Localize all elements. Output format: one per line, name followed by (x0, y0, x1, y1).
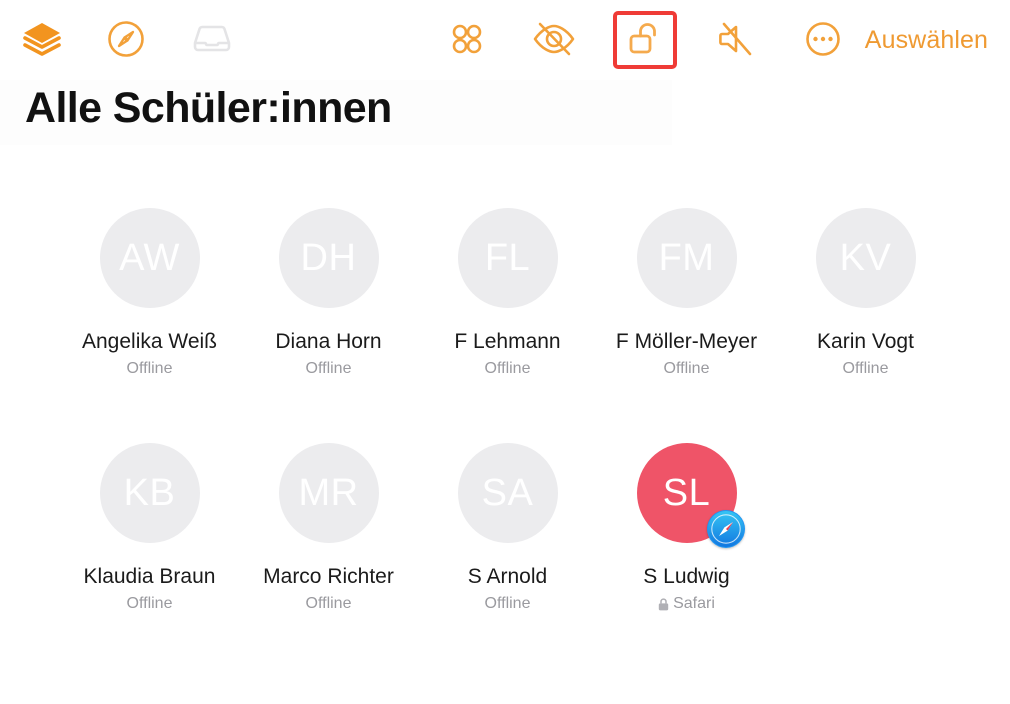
student-status-label: Safari (673, 595, 715, 613)
avatar-wrap: AW (99, 208, 200, 308)
student-status: Safari (658, 595, 715, 613)
student-grid: AW Angelika Weiß Offline DH Diana Horn Offl… (0, 160, 1010, 630)
grid-apps-icon (449, 21, 485, 60)
avatar-wrap: MR (278, 443, 379, 543)
avatar-wrap: FL (457, 208, 558, 308)
student-name: F Möller-Meyer (615, 330, 758, 353)
student-cell[interactable]: KB Klaudia Braun Offline (60, 395, 239, 630)
student-status-label: Offline (663, 360, 710, 378)
student-status: Offline (127, 360, 173, 378)
student-name: F Lehmann (454, 330, 561, 353)
inbox-button[interactable] (184, 12, 240, 68)
eye-slash-icon (530, 20, 578, 61)
avatar-wrap: SL (636, 443, 745, 548)
student-status: Offline (843, 360, 889, 378)
student-cell[interactable]: MR Marco Richter Offline (239, 395, 418, 630)
select-button[interactable]: Auswählen (851, 26, 992, 55)
avatar: SA (457, 443, 558, 543)
more-options-button[interactable] (795, 12, 851, 68)
avatar: DH (278, 208, 379, 308)
layers-button[interactable] (14, 12, 70, 68)
avatar: AW (99, 208, 200, 308)
avatar: KB (99, 443, 200, 543)
compass-icon (106, 19, 146, 62)
student-name: Diana Horn (275, 330, 382, 353)
student-name: S Ludwig (643, 565, 730, 588)
student-cell[interactable]: SA S Arnold Offline (418, 395, 597, 630)
student-status: Offline (306, 595, 352, 613)
safari-badge-icon (706, 510, 745, 548)
student-cell[interactable]: FL F Lehmann Offline (418, 160, 597, 395)
student-cell[interactable]: DH Diana Horn Offline (239, 160, 418, 395)
avatar: KV (815, 208, 916, 308)
page-title: Alle Schüler:innen (25, 84, 392, 132)
student-name: Klaudia Braun (83, 565, 216, 588)
compass-button[interactable] (98, 12, 154, 68)
student-cell[interactable]: KV Karin Vogt Offline (776, 160, 955, 395)
avatar: MR (278, 443, 379, 543)
student-name: Marco Richter (263, 565, 394, 588)
student-status-label: Offline (305, 360, 352, 378)
student-status-label: Offline (842, 360, 889, 378)
toolbar: Auswählen (0, 0, 1010, 80)
student-status-label: Offline (126, 595, 173, 613)
student-name: S Arnold (467, 565, 548, 588)
layers-icon (21, 21, 63, 60)
student-cell[interactable]: AW Angelika Weiß Offline (60, 160, 239, 395)
lock-icon (658, 598, 669, 611)
toolbar-left-group (14, 12, 240, 68)
student-cell[interactable]: SL S Ludwig Safari (597, 395, 776, 630)
student-status-label: Offline (484, 595, 531, 613)
student-status: Offline (127, 595, 173, 613)
avatar-wrap: KB (99, 443, 200, 543)
eye-slash-button[interactable] (526, 12, 582, 68)
avatar: FL (457, 208, 558, 308)
speaker-mute-button[interactable] (708, 12, 764, 68)
student-status: Offline (485, 595, 531, 613)
student-name: Karin Vogt (817, 330, 914, 353)
speaker-mute-icon (716, 20, 756, 61)
student-name: Angelika Weiß (81, 330, 217, 353)
student-cell[interactable]: FM F Möller-Meyer Offline (597, 160, 776, 395)
inbox-icon (190, 21, 234, 60)
student-status: Offline (306, 360, 352, 378)
student-status-label: Offline (305, 595, 352, 613)
unlock-icon (627, 20, 663, 61)
avatar-wrap: FM (636, 208, 737, 308)
avatar-wrap: SA (457, 443, 558, 543)
avatar: FM (636, 208, 737, 308)
toolbar-right-group: Auswählen (439, 11, 992, 69)
more-circle-icon (804, 20, 842, 61)
unlock-button[interactable] (612, 11, 677, 69)
grid-apps-button[interactable] (439, 12, 495, 68)
student-status: Offline (664, 360, 710, 378)
student-status-label: Offline (484, 360, 531, 378)
student-status: Offline (485, 360, 531, 378)
avatar-wrap: DH (278, 208, 379, 308)
student-status-label: Offline (126, 360, 173, 378)
avatar-wrap: KV (815, 208, 916, 308)
